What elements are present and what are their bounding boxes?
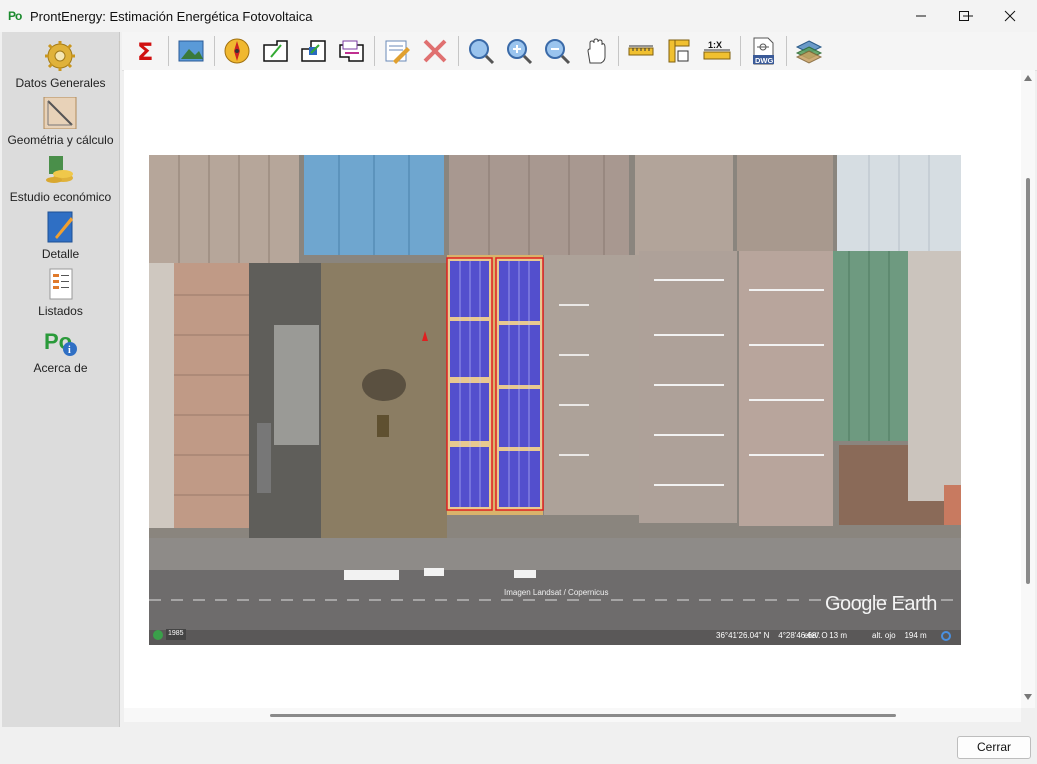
sigma-icon: Σ — [137, 38, 153, 64]
sidebar-item-label: Estudio económico — [9, 190, 112, 204]
vertical-scroll-thumb[interactable] — [1026, 178, 1030, 584]
minimize-icon — [916, 15, 926, 17]
layers-icon — [795, 40, 823, 64]
money-icon — [46, 156, 73, 183]
list-icon — [49, 268, 73, 300]
sidebar-item-listados[interactable]: Listados — [2, 264, 119, 318]
minimize-button-alt[interactable] — [898, 0, 944, 32]
sidebar-item-acerca-de[interactable]: Po i Acerca de — [2, 321, 119, 375]
zoom-out-icon — [545, 39, 571, 65]
svg-text:i: i — [68, 345, 71, 356]
measure-area-button[interactable] — [664, 36, 694, 66]
sidebar-item-geometria[interactable]: Geométria y cálculo — [2, 93, 119, 147]
hand-icon — [587, 38, 606, 64]
title-bar: Po ProntEnergy: Estimación Energética Fo… — [0, 0, 1037, 32]
scale-label: 1:X — [708, 40, 722, 50]
scroll-down-icon — [1024, 694, 1032, 700]
sidebar-item-estudio-economico[interactable]: Estudio económico — [2, 150, 119, 204]
google-earth-logo: Google Earth — [825, 593, 937, 615]
close-window-button[interactable] — [987, 0, 1033, 32]
sidebar-item-datos-generales[interactable]: Datos Generales — [2, 36, 119, 90]
map-attribution: Imagen Landsat / Copernicus — [504, 588, 609, 597]
aerial-map-image[interactable]: 1985 Imagen Landsat / Copernicus Google … — [149, 155, 961, 645]
panel-layout-icon — [339, 40, 364, 62]
export-dwg-button[interactable]: DWG — [748, 36, 778, 66]
horizontal-scroll-thumb[interactable] — [270, 714, 896, 717]
draw-polygon-button[interactable] — [260, 36, 290, 66]
maximize-button[interactable] — [941, 0, 987, 32]
zoom-extent-icon — [469, 39, 495, 65]
gear-icon — [45, 41, 75, 71]
ruler-icon — [628, 45, 654, 56]
sidebar-item-label: Acerca de — [33, 361, 88, 375]
vertical-scrollbar[interactable] — [1021, 70, 1035, 708]
layers-button[interactable] — [794, 36, 824, 66]
zoom-in-icon — [507, 39, 533, 65]
dwg-label: DWG — [755, 56, 773, 65]
scale-button[interactable]: 1:X — [702, 36, 732, 66]
scale-icon: 1:X — [703, 40, 731, 60]
edit-button[interactable] — [382, 36, 412, 66]
maximize-icon — [959, 11, 969, 21]
map-elevation: elev. 13 m — [804, 631, 847, 640]
zoom-extent-button[interactable] — [466, 36, 496, 66]
sidebar-item-label: Detalle — [41, 247, 80, 261]
sidebar-item-label: Datos Generales — [15, 76, 106, 90]
dwg-file-icon: DWG — [753, 37, 774, 65]
delete-button[interactable] — [420, 36, 450, 66]
area-ruler-icon — [668, 39, 690, 63]
zoom-in-button[interactable] — [504, 36, 534, 66]
svg-text:Σ: Σ — [137, 38, 153, 64]
footer-bar: Cerrar — [0, 727, 1037, 764]
panel-add-icon — [301, 40, 326, 62]
pan-button[interactable] — [580, 36, 610, 66]
geometry-icon — [43, 97, 77, 129]
image-icon — [178, 40, 204, 62]
about-icon: Po i — [44, 329, 77, 356]
sidebar-item-label: Geométria y cálculo — [7, 133, 114, 147]
sidebar: Datos Generales Geométria y cálculo Estu… — [2, 32, 120, 727]
edit-icon — [385, 40, 410, 64]
cerrar-button[interactable]: Cerrar — [957, 736, 1031, 759]
close-icon — [1004, 10, 1016, 22]
sidebar-item-detalle[interactable]: Detalle — [2, 207, 119, 261]
app-logo-icon: Po — [8, 9, 22, 23]
delete-icon — [423, 39, 447, 63]
scroll-up-icon — [1024, 75, 1032, 81]
satellite-photo — [149, 155, 961, 645]
map-year: 1985 — [168, 630, 184, 637]
window-title: ProntEnergy: Estimación Energética Fotov… — [30, 9, 313, 24]
toolbar: Σ 1:X DWG — [122, 32, 1037, 71]
polygon-draw-icon — [263, 40, 288, 62]
panel-layout-button[interactable] — [336, 36, 366, 66]
map-eye-altitude: alt. ojo 194 m — [872, 631, 927, 640]
open-image-button[interactable] — [176, 36, 206, 66]
detail-icon — [47, 211, 73, 243]
zoom-out-button[interactable] — [542, 36, 572, 66]
orientation-button[interactable] — [222, 36, 252, 66]
add-panel-button[interactable] — [298, 36, 328, 66]
sidebar-item-label: Listados — [38, 304, 83, 318]
horizontal-scrollbar[interactable] — [124, 708, 1021, 722]
measure-button[interactable] — [626, 36, 656, 66]
sum-button[interactable]: Σ — [131, 36, 161, 66]
compass-ring-icon — [941, 631, 951, 641]
drawing-canvas[interactable]: 1985 Imagen Landsat / Copernicus Google … — [124, 70, 1021, 708]
compass-icon — [224, 38, 250, 64]
